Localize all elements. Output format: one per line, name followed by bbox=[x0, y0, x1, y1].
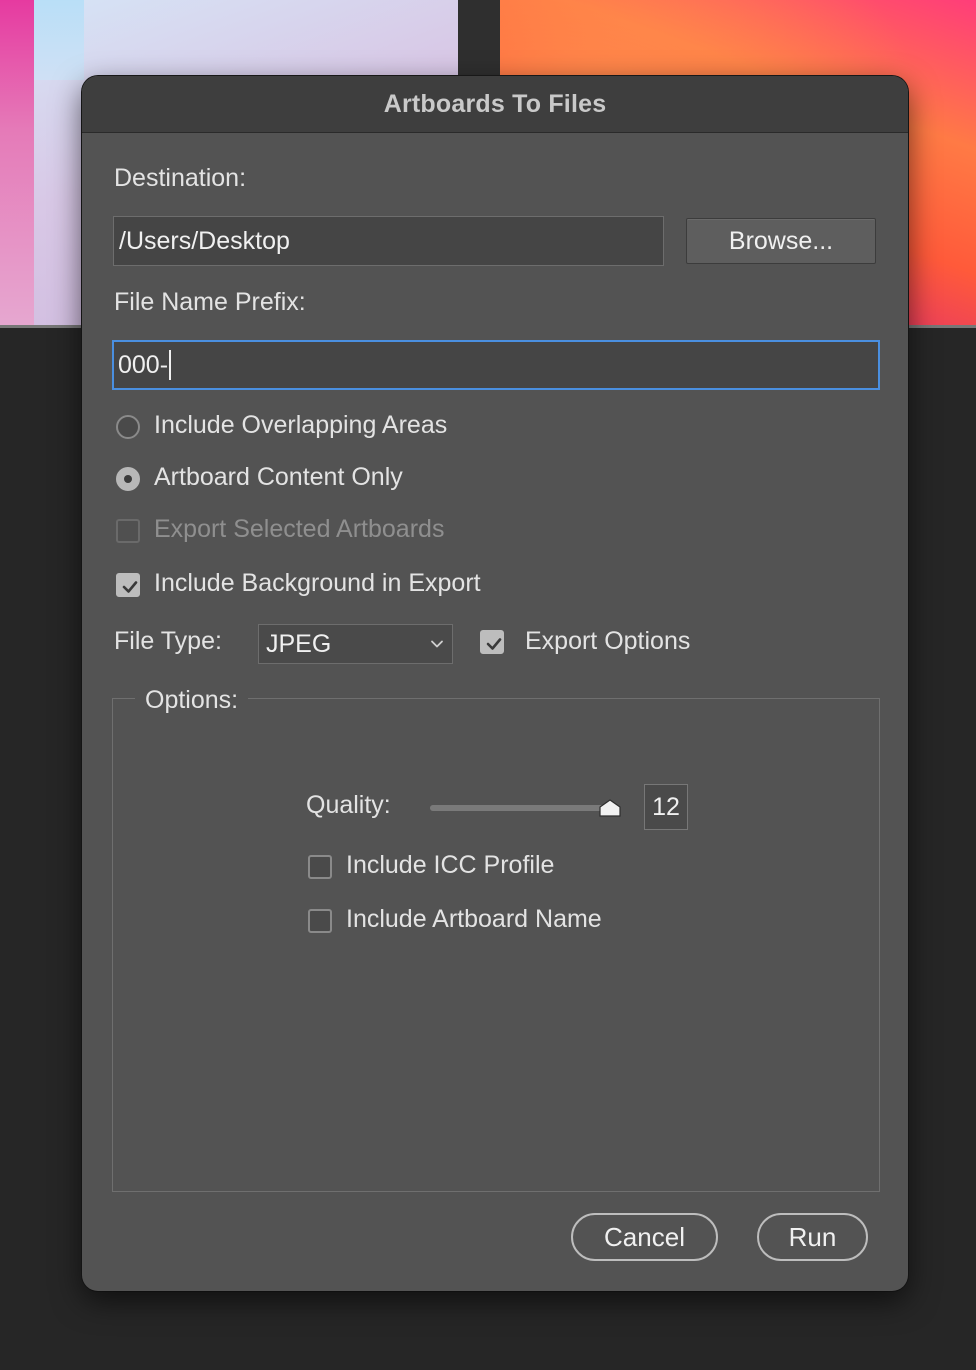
cancel-button-label: Cancel bbox=[604, 1221, 685, 1252]
quality-slider-thumb[interactable] bbox=[599, 799, 621, 817]
artboard-content-only-label[interactable]: Artboard Content Only bbox=[154, 463, 403, 492]
include-overlapping-radio[interactable] bbox=[116, 415, 140, 439]
export-options-checkbox[interactable] bbox=[480, 630, 504, 654]
quality-slider[interactable] bbox=[430, 805, 616, 811]
options-group-label: Options: bbox=[135, 686, 249, 715]
dialog-title: Artboards To Files bbox=[383, 89, 607, 118]
file-type-value: JPEG bbox=[266, 629, 332, 658]
file-name-prefix-label: File Name Prefix: bbox=[114, 288, 306, 316]
destination-label: Destination: bbox=[114, 164, 247, 192]
include-overlapping-label[interactable]: Include Overlapping Areas bbox=[154, 411, 447, 440]
include-artboard-name-checkbox[interactable] bbox=[308, 909, 332, 933]
destination-value: /Users/Desktop bbox=[119, 226, 290, 255]
run-button-label: Run bbox=[788, 1221, 837, 1252]
checkmark-icon bbox=[486, 638, 502, 650]
include-icc-profile-label[interactable]: Include ICC Profile bbox=[346, 851, 554, 880]
checkmark-icon bbox=[122, 581, 138, 593]
include-icc-profile-checkbox[interactable] bbox=[308, 855, 332, 879]
include-background-checkbox[interactable] bbox=[116, 573, 140, 597]
canvas-background: Artboards To Files Destination: /Users/D… bbox=[0, 0, 976, 1370]
quality-label: Quality: bbox=[306, 791, 391, 819]
export-selected-artboards-label: Export Selected Artboards bbox=[154, 515, 445, 543]
include-background-label[interactable]: Include Background in Export bbox=[154, 569, 481, 598]
dialog-titlebar[interactable]: Artboards To Files bbox=[82, 76, 908, 133]
export-options-label[interactable]: Export Options bbox=[525, 627, 690, 656]
cancel-button[interactable]: Cancel bbox=[571, 1213, 718, 1261]
file-type-select[interactable]: JPEG bbox=[258, 624, 453, 664]
chevron-down-icon bbox=[431, 640, 443, 648]
browse-button-label: Browse... bbox=[728, 226, 834, 255]
quality-value-field[interactable]: 12 bbox=[644, 784, 688, 830]
include-artboard-name-label[interactable]: Include Artboard Name bbox=[346, 905, 602, 934]
artboard-left-strip bbox=[0, 0, 34, 325]
artboards-to-files-dialog: Artboards To Files Destination: /Users/D… bbox=[82, 76, 908, 1291]
artboard-left-strip-light bbox=[34, 0, 84, 80]
text-caret bbox=[169, 350, 172, 380]
file-name-prefix-field[interactable]: 000- bbox=[112, 340, 880, 390]
file-name-prefix-value: 000- bbox=[118, 350, 169, 379]
run-button[interactable]: Run bbox=[757, 1213, 868, 1261]
destination-field[interactable]: /Users/Desktop bbox=[113, 216, 664, 266]
options-groupbox bbox=[112, 698, 880, 1192]
quality-value: 12 bbox=[652, 792, 680, 821]
export-selected-artboards-checkbox[interactable] bbox=[116, 519, 140, 543]
browse-button[interactable]: Browse... bbox=[686, 218, 876, 264]
quality-slider-fill bbox=[430, 805, 616, 811]
file-type-label: File Type: bbox=[114, 627, 222, 655]
artboard-content-only-radio[interactable] bbox=[116, 467, 140, 491]
